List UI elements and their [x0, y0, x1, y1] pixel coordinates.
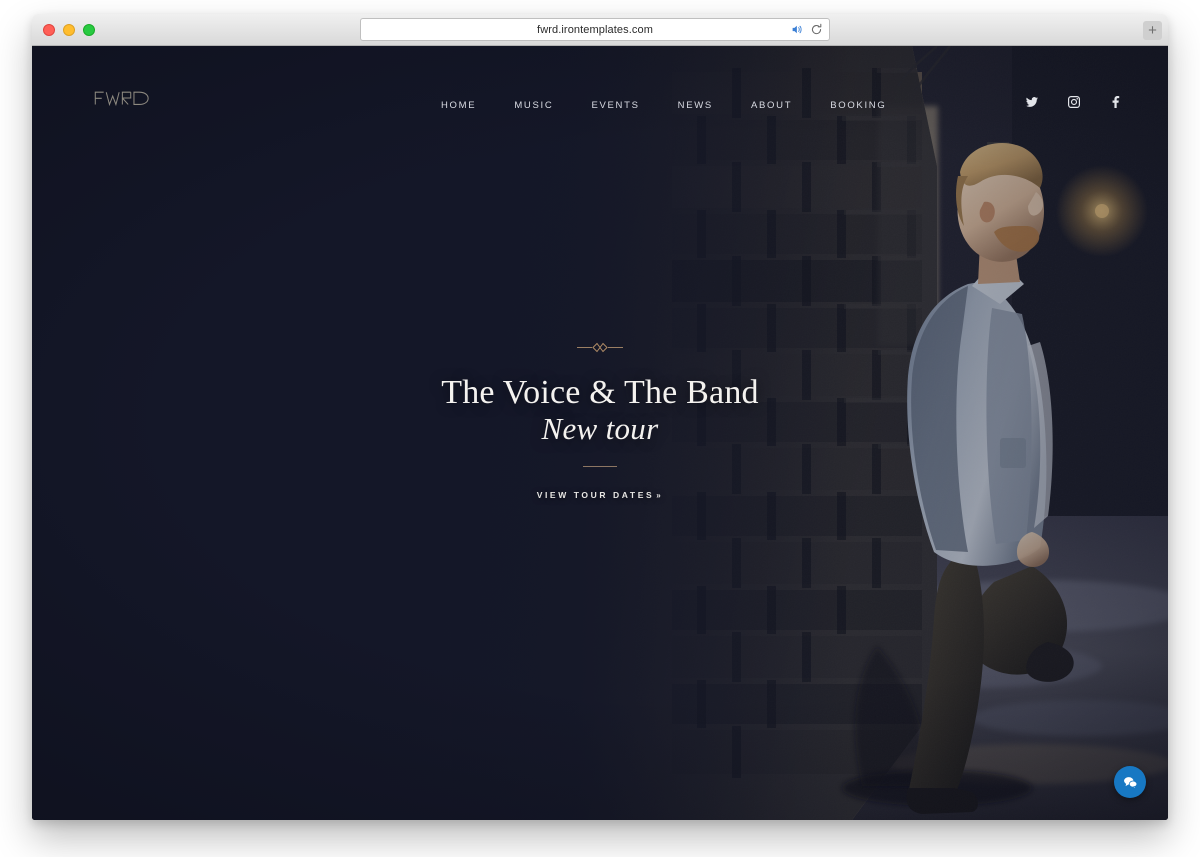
facebook-icon[interactable] [1104, 90, 1128, 114]
chat-widget-button[interactable] [1114, 766, 1146, 798]
hero-title: The Voice & The Band New tour [32, 374, 1168, 447]
zoom-window-button[interactable] [83, 24, 95, 36]
window-controls [43, 24, 95, 36]
nav-item-news[interactable]: NEWS [659, 92, 732, 119]
hero-title-line-1: The Voice & The Band [441, 374, 759, 411]
chat-bubbles-icon [1123, 776, 1137, 789]
address-bar[interactable]: fwrd.irontemplates.com [360, 18, 830, 41]
url-text: fwrd.irontemplates.com [537, 23, 653, 36]
reload-icon[interactable] [810, 23, 823, 36]
chevron-right-icon: » [656, 490, 664, 500]
browser-titlebar: fwrd.irontemplates.com + [32, 14, 1168, 46]
speaker-icon[interactable] [791, 23, 804, 36]
site-header: FWRD HOME MUSIC EVENTS NEWS ABOUT BOOKIN… [32, 46, 1168, 156]
cta-label: VIEW TOUR DATES [536, 489, 655, 500]
page-viewport: FWRD HOME MUSIC EVENTS NEWS ABOUT BOOKIN… [32, 46, 1168, 820]
social-links [1020, 90, 1128, 114]
nav-item-music[interactable]: MUSIC [495, 92, 572, 119]
new-tab-label: + [1148, 22, 1157, 39]
diamond-divider-ornament [577, 342, 623, 353]
browser-window: fwrd.irontemplates.com + HOME MUSIC EVEN… [32, 14, 1168, 820]
nav-item-booking[interactable]: BOOKING [811, 92, 905, 119]
minimize-window-button[interactable] [63, 24, 75, 36]
hero-title-line-2: New tour [541, 411, 659, 447]
main-navigation: HOME MUSIC EVENTS NEWS ABOUT BOOKING [422, 92, 905, 119]
nav-item-home[interactable]: HOME [422, 92, 495, 119]
view-tour-dates-link[interactable]: VIEW TOUR DATES» [537, 490, 664, 500]
nav-item-events[interactable]: EVENTS [572, 92, 658, 119]
close-window-button[interactable] [43, 24, 55, 36]
address-bar-actions [791, 23, 823, 36]
hero-section: The Voice & The Band New tour VIEW TOUR … [32, 342, 1168, 503]
new-tab-button[interactable]: + [1143, 21, 1162, 40]
site-logo[interactable]: FWRD [94, 90, 184, 116]
twitter-icon[interactable] [1020, 90, 1044, 114]
nav-item-about[interactable]: ABOUT [732, 92, 811, 119]
instagram-icon[interactable] [1062, 90, 1086, 114]
hero-divider-rule [583, 465, 617, 467]
